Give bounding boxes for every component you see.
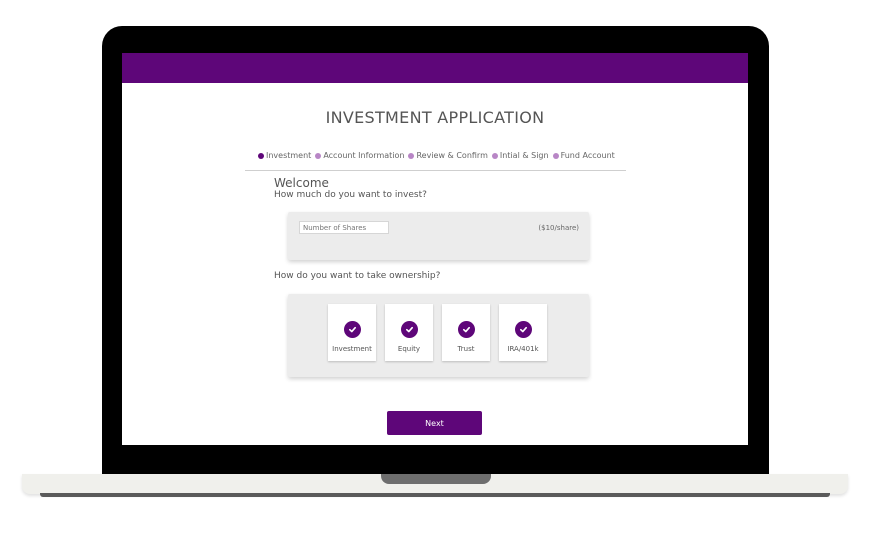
option-label: IRA/401k	[507, 345, 539, 353]
top-header-bar	[122, 53, 748, 83]
step-review-confirm[interactable]: Review & Confirm	[408, 151, 488, 160]
ownership-panel: Investment Equity Trust IRA/401k	[288, 294, 589, 377]
step-dot-icon	[552, 152, 559, 159]
ownership-question: How do you want to take ownership?	[274, 271, 441, 281]
shares-panel: ($10/share)	[288, 212, 589, 260]
app-screen: INVESTMENT APPLICATION Investment Accoun…	[122, 53, 748, 445]
invest-question: How much do you want to invest?	[274, 190, 427, 200]
ownership-option-investment[interactable]: Investment	[328, 304, 376, 361]
ownership-option-trust[interactable]: Trust	[442, 304, 490, 361]
progress-steps: Investment Account Information Review & …	[258, 151, 615, 160]
step-label: Intial & Sign	[499, 151, 549, 160]
ownership-option-equity[interactable]: Equity	[385, 304, 433, 361]
option-label: Equity	[397, 345, 421, 353]
step-dot-icon	[491, 152, 498, 159]
laptop-base-edge	[40, 493, 830, 497]
page-title: INVESTMENT APPLICATION	[325, 108, 545, 127]
step-investment[interactable]: Investment	[258, 151, 311, 160]
ownership-options: Investment Equity Trust IRA/401k	[328, 304, 547, 361]
laptop-notch	[381, 474, 491, 484]
step-dot-icon	[315, 152, 322, 159]
step-label: Fund Account	[560, 151, 615, 160]
step-fund-account[interactable]: Fund Account	[552, 151, 615, 160]
check-icon	[457, 321, 475, 338]
step-initial-sign[interactable]: Intial & Sign	[491, 151, 549, 160]
next-button[interactable]: Next	[387, 411, 482, 435]
step-account-information[interactable]: Account Information	[315, 151, 404, 160]
option-label: Investment	[332, 345, 372, 353]
step-label: Account Information	[323, 151, 405, 160]
price-per-share: ($10/share)	[538, 224, 579, 232]
option-label: Trust	[457, 345, 475, 353]
check-icon	[343, 321, 361, 338]
step-label: Review & Confirm	[416, 151, 488, 160]
welcome-heading: Welcome	[274, 176, 329, 190]
ownership-option-ira-401k[interactable]: IRA/401k	[499, 304, 547, 361]
step-label: Investment	[266, 151, 312, 160]
shares-input[interactable]	[299, 221, 389, 234]
step-dot-icon	[408, 152, 415, 159]
step-dot-icon	[258, 152, 264, 159]
check-icon	[400, 321, 418, 338]
check-icon	[514, 321, 532, 338]
steps-divider	[245, 170, 626, 171]
